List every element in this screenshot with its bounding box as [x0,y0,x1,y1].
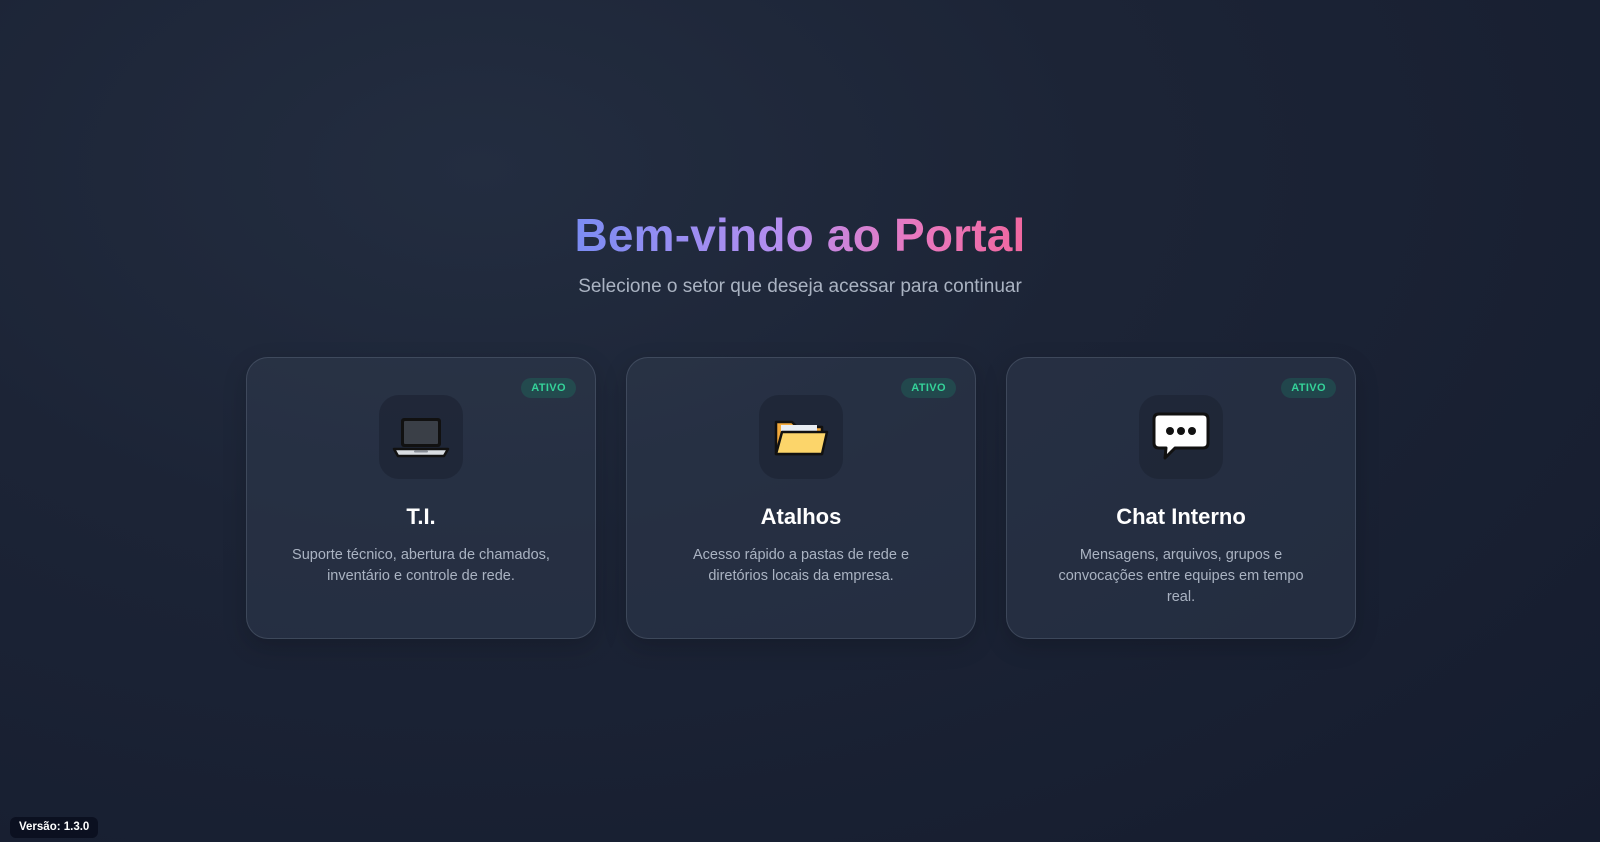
page-title: Bem-vindo ao Portal [574,205,1025,265]
version-label: Versão: 1.3.0 [10,817,99,838]
card-title: Atalhos [760,504,842,529]
card-description: Acesso rápido a pastas de rede e diretór… [692,547,910,584]
card-description: Mensagens, arquivos, grupos e convocaçõe… [1058,547,1304,605]
sector-card-atalhos[interactable]: ATIVO Atalhos Acesso rápido a pastas de … [626,357,976,639]
sector-card-ti[interactable]: ATIVO T.I. Suporte técnico, abertura de … [246,357,596,639]
laptop-icon [379,395,463,479]
card-title: Chat Interno [1116,504,1246,529]
sector-cards: ATIVO T.I. Suporte técnico, abertura de … [246,357,1356,641]
card-title: T.I. [406,504,436,529]
hero-section: Bem-vindo ao Portal Selecione o setor qu… [0,205,1600,301]
page-subtitle: Selecione o setor que deseja acessar par… [578,276,1022,297]
status-badge: ATIVO [901,378,956,398]
folder-icon [759,395,843,479]
status-badge: ATIVO [521,378,576,398]
card-description: Suporte técnico, abertura de chamados, i… [292,547,550,584]
status-badge: ATIVO [1281,378,1336,398]
speech-bubble-icon [1139,395,1223,479]
sector-card-chat-interno[interactable]: ATIVO Chat Interno Mensagens, arquivos, … [1006,357,1356,639]
